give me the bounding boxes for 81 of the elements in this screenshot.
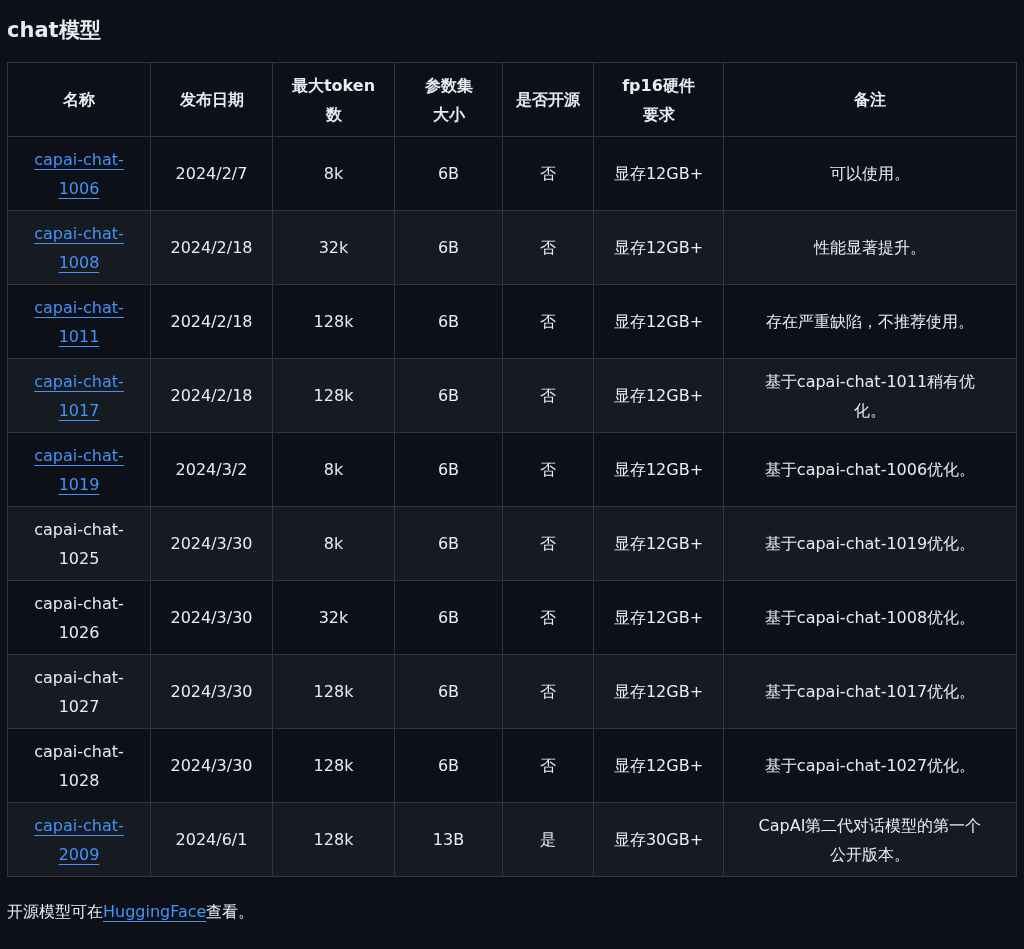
table-cell: 32k: [272, 210, 395, 285]
model-link[interactable]: capai-chat-2009: [21, 810, 137, 869]
table-cell: CapAI第二代对话模型的第一个公开版本。: [723, 802, 1017, 877]
table-cell: 6B: [394, 210, 503, 285]
table-cell: 128k: [272, 802, 395, 877]
column-header: 是否开源: [502, 62, 594, 137]
column-header: 参数集大小: [394, 62, 503, 137]
column-header: 发布日期: [150, 62, 273, 137]
column-header: 备注: [723, 62, 1017, 137]
table-cell: capai-chat-1026: [7, 580, 151, 655]
table-cell: 2024/3/2: [150, 432, 273, 507]
table-cell: 显存12GB+: [593, 210, 724, 285]
table-cell: 否: [502, 210, 594, 285]
table-cell: 否: [502, 654, 594, 729]
table-cell: 否: [502, 432, 594, 507]
table-cell: 显存12GB+: [593, 136, 724, 211]
table-cell: 显存12GB+: [593, 654, 724, 729]
table-cell: 6B: [394, 284, 503, 359]
table-cell: 否: [502, 580, 594, 655]
table-cell: 128k: [272, 358, 395, 433]
table-cell: 可以使用。: [723, 136, 1017, 211]
table-cell: 否: [502, 506, 594, 581]
table-cell: 6B: [394, 432, 503, 507]
table-cell: 2024/6/1: [150, 802, 273, 877]
table-cell: 是: [502, 802, 594, 877]
table-cell: 2024/3/30: [150, 506, 273, 581]
table-cell: 8k: [272, 506, 395, 581]
table-cell: capai-chat-1027: [7, 654, 151, 729]
table-cell: 8k: [272, 136, 395, 211]
table-cell: 2024/3/30: [150, 654, 273, 729]
table-cell: 2024/2/18: [150, 284, 273, 359]
table-cell: 6B: [394, 728, 503, 803]
table-cell: 基于capai-chat-1011稍有优化。: [723, 358, 1017, 433]
table-cell: 8k: [272, 432, 395, 507]
table-cell: 6B: [394, 136, 503, 211]
footer-text: 开源模型可在: [7, 902, 103, 921]
table-cell: 存在严重缺陷，不推荐使用。: [723, 284, 1017, 359]
table-cell: 显存30GB+: [593, 802, 724, 877]
model-link[interactable]: capai-chat-1019: [21, 440, 137, 499]
table-cell: 否: [502, 728, 594, 803]
table-cell: 2024/2/7: [150, 136, 273, 211]
table-cell: 6B: [394, 358, 503, 433]
table-cell: 32k: [272, 580, 395, 655]
table-cell: 2024/2/18: [150, 210, 273, 285]
model-link[interactable]: capai-chat-1008: [21, 218, 137, 277]
table-cell: 13B: [394, 802, 503, 877]
model-link[interactable]: capai-chat-1011: [21, 292, 137, 351]
table-cell: 显存12GB+: [593, 728, 724, 803]
table-cell: 128k: [272, 728, 395, 803]
model-link[interactable]: capai-chat-1006: [21, 144, 137, 203]
model-link[interactable]: capai-chat-1017: [21, 366, 137, 425]
table-cell: 6B: [394, 580, 503, 655]
table-cell: capai-chat-1025: [7, 506, 151, 581]
table-cell: 否: [502, 284, 594, 359]
table-cell: 显存12GB+: [593, 284, 724, 359]
table-cell: 否: [502, 358, 594, 433]
table-cell: 基于capai-chat-1019优化。: [723, 506, 1017, 581]
table-cell: 2024/2/18: [150, 358, 273, 433]
column-header: 名称: [7, 62, 151, 137]
table-cell: 128k: [272, 284, 395, 359]
table-cell: 6B: [394, 506, 503, 581]
table-cell: 性能显著提升。: [723, 210, 1017, 285]
table-cell: 2024/3/30: [150, 580, 273, 655]
table-cell: 6B: [394, 654, 503, 729]
table-cell: 显存12GB+: [593, 506, 724, 581]
table-cell: 基于capai-chat-1006优化。: [723, 432, 1017, 507]
huggingface-link[interactable]: HuggingFace: [103, 897, 207, 927]
column-header: 最大token数: [272, 62, 395, 137]
footer-text: 查看。: [206, 902, 255, 921]
table-cell: 显存12GB+: [593, 358, 724, 433]
section-heading: chat模型: [7, 17, 102, 44]
table-cell: 2024/3/30: [150, 728, 273, 803]
table-cell: 显存12GB+: [593, 580, 724, 655]
table-cell: 基于capai-chat-1008优化。: [723, 580, 1017, 655]
table-cell: 基于capai-chat-1027优化。: [723, 728, 1017, 803]
table-cell: 否: [502, 136, 594, 211]
table-cell: 128k: [272, 654, 395, 729]
table-cell: 基于capai-chat-1017优化。: [723, 654, 1017, 729]
column-header: fp16硬件要求: [593, 62, 724, 137]
table-cell: 显存12GB+: [593, 432, 724, 507]
table-cell: capai-chat-1028: [7, 728, 151, 803]
